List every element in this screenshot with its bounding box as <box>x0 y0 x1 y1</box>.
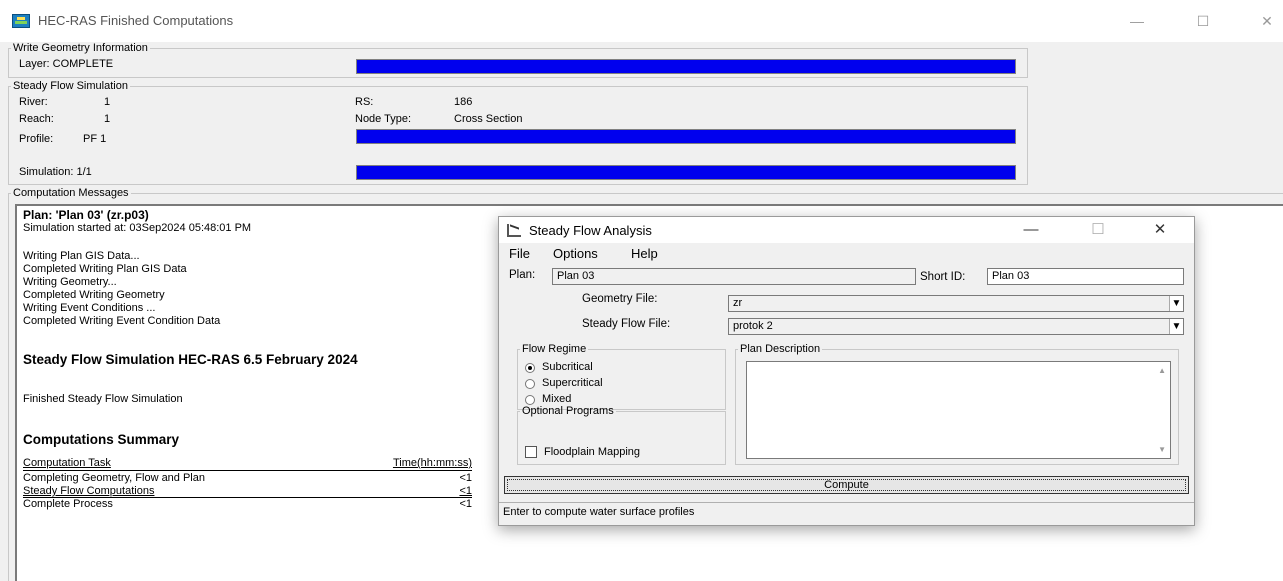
write-geometry-progress-fill <box>357 60 1015 73</box>
profile-value: PF 1 <box>83 133 107 145</box>
window-titlebar: HEC-RAS Finished Computations — ☐ ✕ <box>0 0 1283 42</box>
summary-col-task: Computation Task <box>23 457 111 469</box>
message-line: Completed Writing Geometry <box>23 289 165 301</box>
compute-button[interactable]: Compute <box>504 476 1189 494</box>
table-row: Steady Flow Computations <1 <box>23 485 472 498</box>
summary-time: <1 <box>459 485 472 497</box>
dialog-minimize-button[interactable]: — <box>1020 220 1042 240</box>
dialog-title: Steady Flow Analysis <box>529 223 652 238</box>
steady-flow-icon <box>507 224 521 237</box>
simulation-start-time: Simulation started at: 03Sep2024 05:48:0… <box>23 222 252 234</box>
summary-heading: Computations Summary <box>23 432 180 447</box>
dialog-menubar: File Options Help <box>499 243 1194 263</box>
message-line: Writing Plan GIS Data... <box>23 250 140 262</box>
computation-messages-legend: Computation Messages <box>13 187 129 199</box>
steady-flow-file-value: protok 2 <box>733 320 773 332</box>
summary-task: Completing Geometry, Flow and Plan <box>23 472 205 484</box>
steady-flow-file-label: Steady Flow File: <box>582 318 671 330</box>
node-type-label: Node Type: <box>355 113 412 125</box>
flow-regime-legend: Flow Regime <box>522 343 587 355</box>
optional-programs-legend: Optional Programs <box>522 405 614 417</box>
simulation-progress-fill <box>357 166 1015 179</box>
node-type-value: Cross Section <box>454 113 523 125</box>
geometry-file-select[interactable]: zr ▼ <box>728 295 1184 312</box>
message-line: Writing Geometry... <box>23 276 117 288</box>
summary-time: <1 <box>459 472 472 484</box>
rs-label: RS: <box>355 96 374 108</box>
plan-label: Plan: <box>509 269 536 281</box>
scroll-up-icon[interactable]: ▲ <box>1158 366 1166 375</box>
reach-value: 1 <box>104 113 111 125</box>
steady-flow-analysis-dialog: Steady Flow Analysis — ☐ ✕ File Options … <box>498 216 1195 526</box>
plan-line: Plan: 'Plan 03' (zr.p03) <box>23 208 149 222</box>
write-geometry-legend: Write Geometry Information <box>13 42 148 54</box>
short-id-label: Short ID: <box>920 271 966 283</box>
rs-value: 186 <box>454 96 473 108</box>
message-line: Completed Writing Plan GIS Data <box>23 263 187 275</box>
floodplain-mapping-checkbox[interactable] <box>525 446 537 458</box>
regime-label-subcritical: Subcritical <box>542 361 593 373</box>
radio-subcritical[interactable] <box>525 363 535 373</box>
window-title: HEC-RAS Finished Computations <box>38 13 234 28</box>
summary-col-time: Time(hh:mm:ss) <box>392 457 472 469</box>
short-id-field[interactable]: Plan 03 <box>987 268 1184 285</box>
reach-label: Reach: <box>19 113 54 125</box>
dialog-maximize-button[interactable]: ☐ <box>1087 220 1109 240</box>
simulation-progress-bar <box>356 165 1016 180</box>
menu-options[interactable]: Options <box>553 246 598 261</box>
radio-supercritical[interactable] <box>525 379 535 389</box>
hec-ras-app-icon <box>12 14 30 28</box>
simulation-label: Simulation: 1/1 <box>19 166 92 178</box>
chevron-down-icon[interactable]: ▼ <box>1169 296 1183 311</box>
chevron-down-icon[interactable]: ▼ <box>1169 319 1183 334</box>
finished-message: Finished Steady Flow Simulation <box>23 393 183 405</box>
simulation-heading: Steady Flow Simulation HEC-RAS 6.5 Febru… <box>23 352 358 367</box>
geometry-file-label: Geometry File: <box>582 293 658 305</box>
message-line: Writing Event Conditions ... <box>23 302 156 314</box>
dialog-status-bar: Enter to compute water surface profiles <box>499 502 1194 524</box>
steady-simulation-legend: Steady Flow Simulation <box>13 80 128 92</box>
plan-description-textarea[interactable]: ▲ ▼ <box>746 361 1171 459</box>
plan-title-field[interactable]: Plan 03 <box>552 268 916 285</box>
geometry-file-value: zr <box>733 297 743 309</box>
table-row: Complete Process <1 <box>23 498 472 511</box>
plan-description-legend: Plan Description <box>740 343 821 355</box>
maximize-button[interactable]: ☐ <box>1191 10 1215 32</box>
steady-flow-file-select[interactable]: protok 2 ▼ <box>728 318 1184 335</box>
minimize-button[interactable]: — <box>1125 10 1149 32</box>
scroll-down-icon[interactable]: ▼ <box>1158 445 1166 454</box>
profile-progress-fill <box>357 130 1015 143</box>
summary-task: Complete Process <box>23 498 113 510</box>
dialog-titlebar: Steady Flow Analysis — ☐ ✕ <box>499 217 1194 243</box>
write-geometry-progress-bar <box>356 59 1016 74</box>
river-value: 1 <box>104 96 111 108</box>
summary-time: <1 <box>459 498 472 510</box>
river-label: River: <box>19 96 48 108</box>
table-row: Completing Geometry, Flow and Plan <1 <box>23 472 472 485</box>
dialog-close-button[interactable]: ✕ <box>1149 220 1171 240</box>
regime-label-supercritical: Supercritical <box>542 377 603 389</box>
profile-progress-bar <box>356 129 1016 144</box>
message-line: Completed Writing Event Condition Data <box>23 315 221 327</box>
summary-task: Steady Flow Computations <box>23 485 155 497</box>
profile-label: Profile: <box>19 133 54 145</box>
layer-status-label: Layer: COMPLETE <box>19 58 114 70</box>
close-button[interactable]: ✕ <box>1255 10 1279 32</box>
radio-mixed[interactable] <box>525 395 535 405</box>
summary-header-row: Computation Task Time(hh:mm:ss) <box>23 457 472 471</box>
regime-label-mixed: Mixed <box>542 393 572 405</box>
menu-file[interactable]: File <box>509 246 530 261</box>
floodplain-mapping-label: Floodplain Mapping <box>544 446 641 458</box>
menu-help[interactable]: Help <box>631 246 658 261</box>
